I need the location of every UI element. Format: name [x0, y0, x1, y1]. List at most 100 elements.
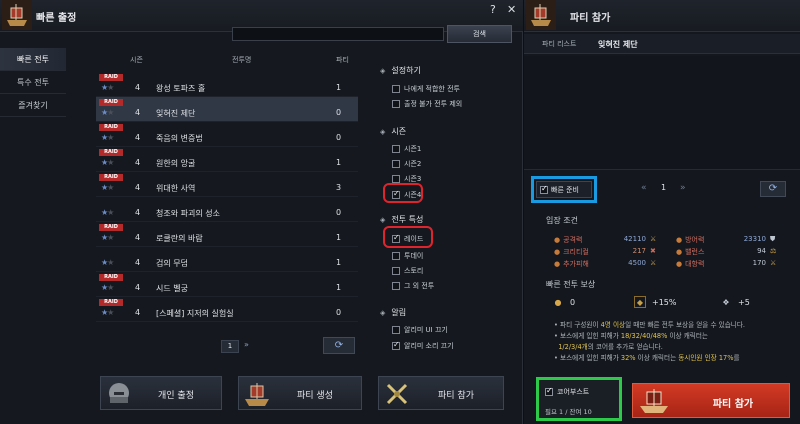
- table-row[interactable]: ★★ 4 청조와 파괴의 성소 0: [96, 197, 358, 222]
- table-row[interactable]: RAID ★★ 4 왕성 토파즈 홀 1: [96, 72, 358, 97]
- filter-section-type: ◈ 전투 특성: [380, 214, 423, 225]
- stat-resistance: ● 대항력 170 ⚔: [676, 259, 777, 268]
- join-party-button[interactable]: 파티 참가: [632, 383, 790, 418]
- table-row[interactable]: RAID ★★ 4 원한의 앙굴 1: [96, 147, 358, 172]
- checkbox-checked-icon: [545, 386, 553, 396]
- checkbox-suitable[interactable]: 나에게 적합한 전투: [392, 83, 460, 94]
- row-party: 3: [336, 183, 342, 192]
- row-season: 4: [135, 233, 141, 242]
- row-party: 1: [336, 258, 342, 267]
- filter-section-alarm: ◈ 알림: [380, 307, 406, 318]
- row-party: 1: [336, 233, 342, 242]
- quick-ready-checkbox[interactable]: 빠른 준비: [536, 181, 592, 198]
- table-row[interactable]: RAID ★★ 4 위대한 사역 3: [96, 172, 358, 197]
- resistance-icon: ⚔: [770, 259, 777, 267]
- party-list-value: 잊혀진 제단: [598, 40, 638, 49]
- table-row[interactable]: RAID ★★ 4 잊혀진 제단 0: [96, 97, 358, 122]
- core-boost-highlight: 코어부스트 필요 1 / 잔여 10: [536, 377, 622, 421]
- row-season: 4: [135, 133, 141, 142]
- sidebar-item-favorites[interactable]: 즐겨찾기: [0, 94, 66, 117]
- table-row[interactable]: RAID ★★ 4 로쿨란의 바람 1: [96, 222, 358, 247]
- raid-badge: RAID: [99, 274, 123, 281]
- core-boost-checkbox[interactable]: 코어부스트: [545, 386, 589, 397]
- checkbox-alarm-ui[interactable]: 알리미 UI 끄기: [392, 324, 448, 335]
- diamond-icon: ◈: [380, 309, 386, 317]
- raid-badge: RAID: [99, 74, 123, 81]
- raid-badge: RAID: [99, 174, 123, 181]
- close-icon[interactable]: ✕: [507, 3, 516, 16]
- shield-icon: ⛊: [770, 235, 776, 243]
- checkbox-icon: [392, 266, 400, 275]
- column-name[interactable]: 전투명: [232, 55, 251, 65]
- checkbox-icon: [392, 325, 400, 334]
- reward-title: 빠른 전투 보상: [546, 280, 596, 289]
- difficulty-stars-icon: ★★: [101, 233, 114, 242]
- checkbox-season1[interactable]: 시즌1: [392, 143, 421, 154]
- stat-value: 4500: [628, 259, 646, 267]
- stat-label: 대항력: [685, 260, 705, 268]
- coin-icon: ●: [554, 297, 562, 307]
- help-icon[interactable]: ?: [490, 3, 496, 16]
- row-season: 4: [135, 208, 141, 217]
- difficulty-stars-icon: ★★: [101, 133, 114, 142]
- stat-defense: ● 방어력 23310 ⛊: [676, 235, 776, 244]
- sidebar-item-special-battle[interactable]: 특수 전투: [0, 71, 66, 94]
- checkbox-icon: [392, 159, 400, 168]
- filter-title-type: 전투 특성: [391, 215, 424, 224]
- row-party: 1: [336, 83, 342, 92]
- ship-icon: [640, 389, 668, 413]
- sidebar-item-quick-battle[interactable]: 빠른 전투: [0, 48, 66, 71]
- checkbox-label: 출정 불가 전투 제외: [404, 99, 463, 108]
- diamond-icon: ◈: [380, 128, 386, 136]
- checkbox-season2[interactable]: 시즌2: [392, 158, 421, 169]
- column-season[interactable]: 시즌: [130, 55, 143, 65]
- critical-icon: ✖: [650, 247, 656, 255]
- row-name: 원한의 앙굴: [156, 159, 196, 168]
- table-row[interactable]: ★★ 4 검의 무덤 1: [96, 247, 358, 272]
- page-number[interactable]: 1: [221, 340, 239, 353]
- column-party[interactable]: 파티: [336, 55, 349, 65]
- row-party: 0: [336, 208, 342, 217]
- refresh-button[interactable]: ⟳: [323, 337, 355, 354]
- reward-coin: ● 0: [552, 296, 576, 308]
- window-title: 빠른 출정: [36, 13, 77, 24]
- checkbox-today[interactable]: 투데이: [392, 250, 423, 261]
- table-row[interactable]: RAID ★★ 4 죽음의 변증법 0: [96, 122, 358, 147]
- join-party-label: 파티 참가: [712, 399, 754, 410]
- row-season: 4: [135, 158, 141, 167]
- refresh-button[interactable]: ⟳: [760, 181, 786, 197]
- material-icon: ❖: [722, 297, 730, 307]
- search-button[interactable]: 검색: [447, 25, 512, 43]
- create-party-button[interactable]: 파티 생성: [238, 376, 362, 410]
- row-name: 로쿨란의 바람: [156, 234, 203, 243]
- raid-badge: RAID: [99, 224, 123, 231]
- checkbox-story[interactable]: 스토리: [392, 265, 423, 276]
- reward-value: +15%: [652, 297, 677, 307]
- reward-material: ❖ +5: [720, 296, 749, 308]
- solo-deploy-button[interactable]: 개인 출정: [100, 376, 222, 410]
- next-page-icon[interactable]: »: [680, 183, 686, 193]
- list-header: 시즌 전투명 파티: [96, 55, 358, 67]
- sword-icon: ⚔: [650, 235, 657, 243]
- party-list-area[interactable]: [524, 56, 800, 170]
- checkbox-checked-icon: [392, 340, 400, 350]
- next-page-icon[interactable]: »: [244, 340, 249, 349]
- table-row[interactable]: RAID ★★ 4 시드 벨궁 1: [96, 272, 358, 297]
- table-row[interactable]: RAID ★★ 4 [스페셜] 지저의 실험실 0: [96, 297, 358, 322]
- checkbox-icon: [392, 281, 400, 290]
- prev-page-icon[interactable]: «: [641, 183, 647, 193]
- join-party-button[interactable]: 파티 참가: [378, 376, 504, 410]
- checkbox-icon: [392, 99, 400, 108]
- search-input[interactable]: [232, 27, 444, 41]
- row-name: 왕성 토파즈 홀: [156, 84, 206, 93]
- join-party-label: 파티 참가: [438, 391, 474, 401]
- row-name: 청조와 파괴의 성소: [156, 209, 220, 218]
- extra-damage-icon: ⚔: [650, 259, 657, 267]
- checkbox-other[interactable]: 그 외 전투: [392, 280, 434, 291]
- stat-extra-damage: ● 추가피해 4500 ⚔: [554, 259, 657, 268]
- checkbox-exclude-unavailable[interactable]: 출정 불가 전투 제외: [392, 98, 462, 109]
- checkbox-alarm-sound[interactable]: 알리미 소리 끄기: [392, 340, 454, 351]
- stat-label: 크리티컬: [563, 248, 589, 256]
- note-line: • 보스에게 입힌 피해가 32% 이상 캐릭터는 동시인원 인장 17%를: [554, 354, 740, 362]
- row-season: 4: [135, 308, 141, 317]
